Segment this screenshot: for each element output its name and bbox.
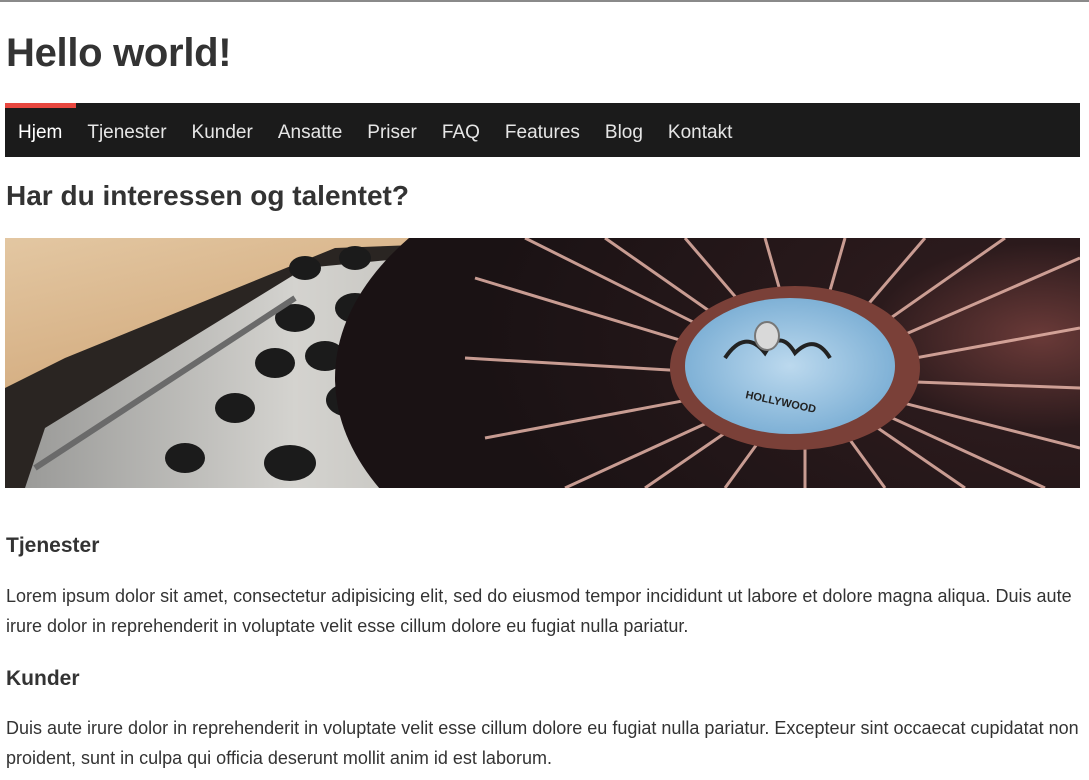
nav-list: Hjem Tjenester Kunder Ansatte Priser FAQ… [5,103,745,157]
nav-item-tjenester[interactable]: Tjenester [75,103,179,157]
main-navigation: Hjem Tjenester Kunder Ansatte Priser FAQ… [5,103,1080,157]
nav-item-hjem[interactable]: Hjem [5,103,75,157]
nav-item-kunder[interactable]: Kunder [179,103,265,157]
dj-turntable-photo: HOLLYWOOD [5,238,1080,488]
nav-item-ansatte[interactable]: Ansatte [265,103,354,157]
nav-item-blog[interactable]: Blog [592,103,655,157]
nav-item-priser[interactable]: Priser [355,103,430,157]
section-text-tjenester: Lorem ipsum dolor sit amet, consectetur … [6,586,1072,636]
section-text-kunder: Duis aute irure dolor in reprehenderit i… [6,718,1079,768]
page-heading: Har du interessen og talentet? [6,180,409,211]
record-spindle [754,321,780,351]
record-label [685,298,895,434]
hero-image: HOLLYWOOD [5,238,1080,488]
nav-item-features[interactable]: Features [492,103,592,157]
window-top-border [0,0,1089,2]
nav-item-faq[interactable]: FAQ [429,103,492,157]
section-title-kunder: Kunder [6,667,80,690]
nav-item-kontakt[interactable]: Kontakt [655,103,744,157]
site-title: Hello world! [6,31,232,75]
section-title-tjenester: Tjenester [6,534,100,557]
